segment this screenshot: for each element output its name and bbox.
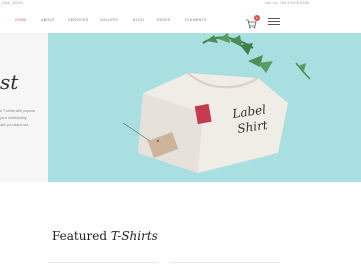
featured-title-accent: T-Shirts	[110, 229, 158, 243]
section-divider	[48, 262, 158, 263]
nav-item-home[interactable]: HOME	[15, 18, 27, 22]
top-bar: USA, 10001 Call Us: +61 3 8376 6284	[0, 0, 361, 8]
nav-item-pages[interactable]: PAGES	[157, 18, 171, 22]
nav-item-elements[interactable]: ELEMENTS	[185, 18, 207, 22]
folded-tshirt-image: Label Shirt	[122, 33, 311, 173]
main-nav: HOME ABOUT SERVICES GALLERY BLOG PAGES E…	[0, 10, 361, 30]
nav-item-gallery[interactable]: GALLERY	[100, 18, 119, 22]
featured-heading: Featured T-Shirts	[52, 229, 158, 243]
hero-image: Label Shirt	[48, 33, 361, 182]
section-divider	[170, 262, 280, 263]
hero-title: st	[0, 70, 19, 94]
leaf-decoration	[202, 33, 311, 80]
nav-item-about[interactable]: ABOUT	[41, 18, 55, 22]
phone-text: Call Us: +61 3 8376 6284	[264, 1, 309, 5]
tshirt: Label Shirt	[138, 72, 288, 173]
featured-title-main: Featured	[52, 229, 107, 243]
hero-subtitle: e T-shirts with popular your individuali…	[0, 109, 36, 127]
address-text: USA, 10001	[2, 1, 23, 5]
nav-item-blog[interactable]: BLOG	[133, 18, 144, 22]
nav-item-services[interactable]: SERVICES	[68, 18, 89, 22]
cart-count-badge: 0	[254, 15, 260, 21]
menu-icon[interactable]	[268, 18, 280, 26]
